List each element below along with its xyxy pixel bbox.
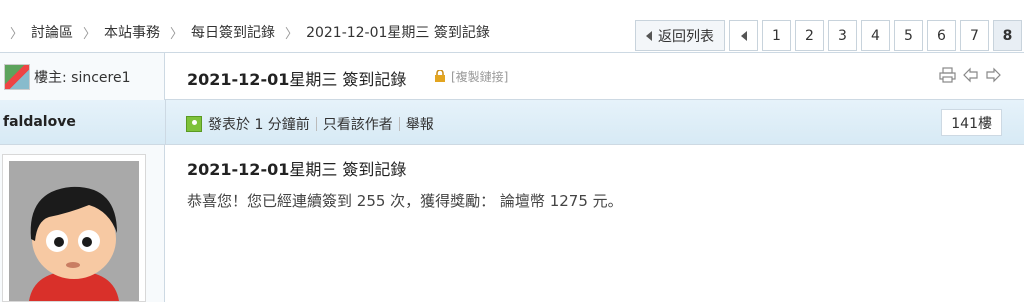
post-meta: 發表於 1 分鐘前 只看該作者 舉報 [186,114,434,134]
only-author-link[interactable]: 只看該作者 [323,114,393,134]
page-2-button[interactable]: 2 [795,20,824,51]
cartoon-avatar-icon [9,161,139,301]
page-6-button[interactable]: 6 [927,20,956,51]
pagination: 返回列表 1 2 3 4 5 6 7 8 [635,20,1022,51]
back-to-list-label: 返回列表 [658,28,714,45]
post-body: 恭喜您！您已經連續簽到 255 次，獲得獎勵： 論壇幣 1275 元。 [187,192,623,210]
print-icon[interactable] [939,67,956,83]
thread-starter-label[interactable]: 樓主: sincere1 [34,67,131,87]
back-to-list-button[interactable]: 返回列表 [635,20,725,51]
breadcrumb: 〉 討論區 〉 本站事務 〉 每日簽到記錄 〉 2021-12-01星期三 簽到… [10,22,500,42]
op-avatar-icon[interactable] [4,63,30,90]
author-sidebar [0,145,165,302]
breadcrumb-separator-icon: 〉 [170,26,184,42]
thread-title-date: 2021-12-01 [187,70,290,89]
thread-header: 樓主: sincere1 2021-12-01星期三 簽到記錄 [複製鏈接] [0,52,1024,100]
prev-page-button[interactable] [729,20,758,51]
prev-thread-icon[interactable] [962,67,979,83]
breadcrumb-item-daily-checkin[interactable]: 每日簽到記錄 [191,22,275,42]
breadcrumb-item-thread[interactable]: 2021-12-01星期三 簽到記錄 [306,22,490,42]
column-divider [165,100,166,145]
breadcrumb-item-site-affairs[interactable]: 本站事務 [104,22,160,42]
meta-divider [398,117,400,131]
post-author-name[interactable]: faldalove [3,114,76,130]
page-5-button[interactable]: 5 [894,20,923,51]
post-title-text: 星期三 簽到記錄 [289,160,407,179]
breadcrumb-separator-icon: 〉 [10,26,24,42]
breadcrumb-separator-icon: 〉 [285,26,299,42]
breadcrumb-separator-icon: 〉 [83,26,97,42]
page-7-button[interactable]: 7 [960,20,989,51]
thread-title: 2021-12-01星期三 簽到記錄 [187,66,406,90]
post-author-bar: faldalove 發表於 1 分鐘前 只看該作者 舉報 141樓 [0,100,1024,145]
prev-page-icon [740,30,747,41]
copy-link-button[interactable]: [複製鏈接] [451,68,508,85]
page-3-button[interactable]: 3 [828,20,857,51]
next-thread-icon[interactable] [985,67,1002,83]
breadcrumb-item-forum[interactable]: 討論區 [31,22,73,42]
thread-starter: 樓主: sincere1 [0,53,165,100]
floor-number[interactable]: 141樓 [941,109,1002,136]
page-4-button[interactable]: 4 [861,20,890,51]
breadcrumb-bar: 〉 討論區 〉 本站事務 〉 每日簽到記錄 〉 2021-12-01星期三 簽到… [0,0,1024,52]
back-arrow-icon [646,30,652,41]
page-1-button[interactable]: 1 [762,20,791,51]
online-icon [186,116,202,132]
post-title-date: 2021-12-01 [187,160,290,179]
thread-title-text: 星期三 簽到記錄 [289,70,407,89]
page-8-current: 8 [993,20,1022,51]
post-time: 發表於 1 分鐘前 [208,117,310,133]
thread-tools [939,67,1002,83]
avatar[interactable] [2,154,146,302]
meta-divider [315,117,317,131]
post-title: 2021-12-01星期三 簽到記錄 [187,156,406,180]
report-link[interactable]: 舉報 [406,114,434,134]
lock-icon [435,70,445,82]
